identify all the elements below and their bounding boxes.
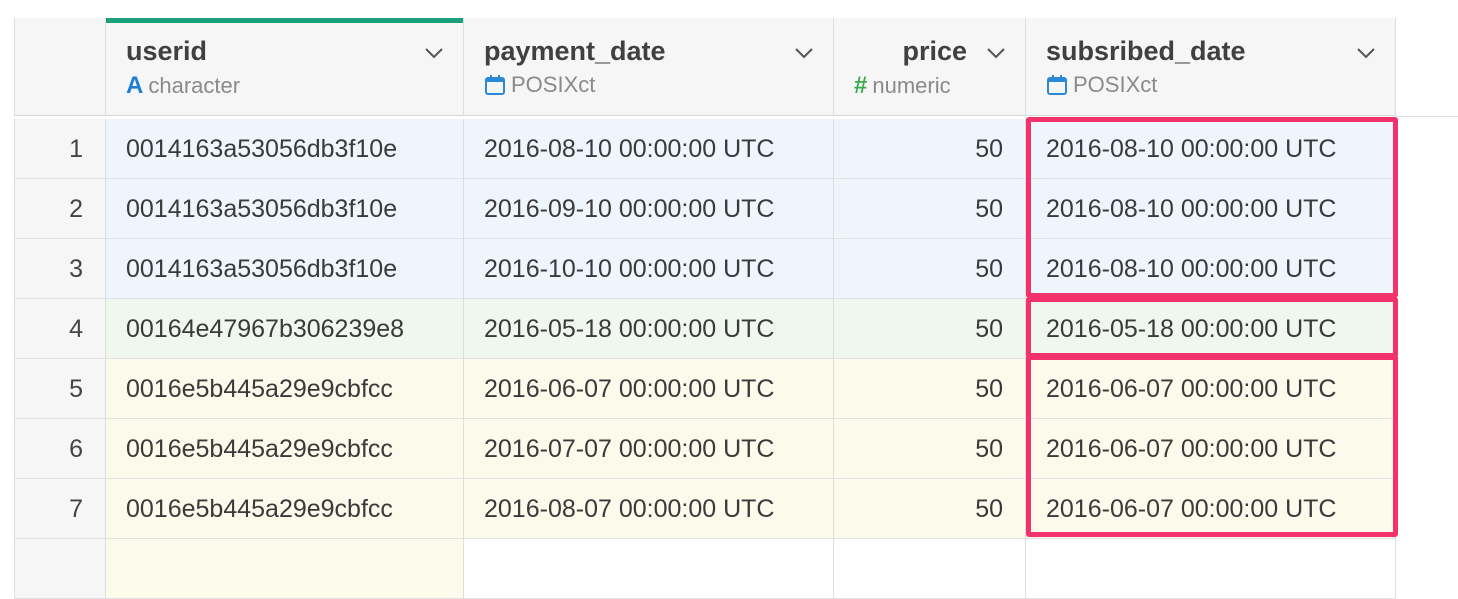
cell-subsribed-date[interactable]: 2016-08-10 00:00:00 UTC [1026, 119, 1396, 179]
column-type: # numeric [854, 72, 951, 100]
cell-payment-date[interactable]: 2016-09-10 00:00:00 UTC [464, 179, 834, 239]
cell-price[interactable]: 50 [834, 179, 1026, 239]
column-type: A character [126, 72, 240, 100]
calendar-icon [1047, 75, 1067, 95]
row-number: 3 [14, 239, 106, 299]
cell-price[interactable]: 50 [834, 119, 1026, 179]
table-row[interactable]: 4 00164e47967b306239e8 2016-05-18 00:00:… [0, 299, 1458, 359]
cell-price[interactable]: 50 [834, 239, 1026, 299]
cell-userid[interactable]: 00164e47967b306239e8 [106, 299, 464, 359]
cell-subsribed-date[interactable]: 2016-06-07 00:00:00 UTC [1026, 479, 1396, 539]
column-name: payment_date [484, 36, 666, 66]
chevron-down-icon[interactable] [793, 42, 815, 64]
cell-subsribed-date[interactable] [1026, 539, 1396, 599]
cell-payment-date[interactable]: 2016-10-10 00:00:00 UTC [464, 239, 834, 299]
cell-userid[interactable]: 0014163a53056db3f10e [106, 179, 464, 239]
row-number: 7 [14, 479, 106, 539]
column-type-label: character [148, 73, 241, 98]
grid-divider [1396, 116, 1458, 117]
chevron-down-icon[interactable] [1355, 42, 1377, 64]
chevron-down-icon[interactable] [423, 42, 445, 64]
numeric-type-icon: # [854, 72, 868, 99]
cell-userid[interactable]: 0016e5b445a29e9cbfcc [106, 419, 464, 479]
column-type-label: numeric [872, 73, 951, 98]
cell-price[interactable] [834, 539, 1026, 599]
cell-subsribed-date[interactable]: 2016-06-07 00:00:00 UTC [1026, 359, 1396, 419]
column-header-price[interactable]: price # numeric [834, 18, 1026, 116]
table-row[interactable]: 1 0014163a53056db3f10e 2016-08-10 00:00:… [0, 119, 1458, 179]
column-type-label: POSIXct [1073, 72, 1158, 97]
cell-price[interactable]: 50 [834, 479, 1026, 539]
column-type: POSIXct [1046, 72, 1157, 98]
cell-userid[interactable]: 0016e5b445a29e9cbfcc [106, 479, 464, 539]
row-number: 5 [14, 359, 106, 419]
row-number-header [14, 18, 106, 116]
table-row[interactable]: 2 0014163a53056db3f10e 2016-09-10 00:00:… [0, 179, 1458, 239]
column-name: userid [126, 36, 208, 66]
cell-price[interactable]: 50 [834, 419, 1026, 479]
character-type-icon: A [126, 72, 144, 99]
cell-userid[interactable]: 0014163a53056db3f10e [106, 239, 464, 299]
column-header-userid[interactable]: userid A character [106, 18, 464, 116]
column-header-payment-date[interactable]: payment_date POSIXct [464, 18, 834, 116]
cell-price[interactable]: 50 [834, 359, 1026, 419]
column-type-label: POSIXct [511, 72, 596, 97]
row-number: 1 [14, 119, 106, 179]
data-grid: userid A character payment_date POSIXct … [0, 0, 1458, 599]
active-column-indicator [106, 18, 463, 23]
column-name: price [902, 36, 967, 66]
row-number: 4 [14, 299, 106, 359]
cell-payment-date[interactable]: 2016-06-07 00:00:00 UTC [464, 359, 834, 419]
cell-payment-date[interactable]: 2016-08-10 00:00:00 UTC [464, 119, 834, 179]
cell-price[interactable]: 50 [834, 299, 1026, 359]
cell-userid[interactable]: 0014163a53056db3f10e [106, 119, 464, 179]
row-number [14, 539, 106, 599]
cell-subsribed-date[interactable]: 2016-08-10 00:00:00 UTC [1026, 179, 1396, 239]
calendar-icon [485, 75, 505, 95]
cell-payment-date[interactable]: 2016-07-07 00:00:00 UTC [464, 419, 834, 479]
cell-subsribed-date[interactable]: 2016-08-10 00:00:00 UTC [1026, 239, 1396, 299]
table-row[interactable] [0, 539, 1458, 599]
cell-userid[interactable]: 0016e5b445a29e9cbfcc [106, 359, 464, 419]
cell-payment-date[interactable] [464, 539, 834, 599]
column-header-subsribed-date[interactable]: subsribed_date POSIXct [1026, 18, 1396, 116]
chevron-down-icon[interactable] [985, 42, 1007, 64]
table-row[interactable]: 7 0016e5b445a29e9cbfcc 2016-08-07 00:00:… [0, 479, 1458, 539]
row-number: 2 [14, 179, 106, 239]
cell-subsribed-date[interactable]: 2016-06-07 00:00:00 UTC [1026, 419, 1396, 479]
column-type: POSIXct [484, 72, 595, 98]
row-number: 6 [14, 419, 106, 479]
cell-payment-date[interactable]: 2016-05-18 00:00:00 UTC [464, 299, 834, 359]
table-row[interactable]: 3 0014163a53056db3f10e 2016-10-10 00:00:… [0, 239, 1458, 299]
column-name: subsribed_date [1046, 36, 1246, 66]
table-row[interactable]: 6 0016e5b445a29e9cbfcc 2016-07-07 00:00:… [0, 419, 1458, 479]
table-row[interactable]: 5 0016e5b445a29e9cbfcc 2016-06-07 00:00:… [0, 359, 1458, 419]
cell-subsribed-date[interactable]: 2016-05-18 00:00:00 UTC [1026, 299, 1396, 359]
cell-payment-date[interactable]: 2016-08-07 00:00:00 UTC [464, 479, 834, 539]
cell-userid[interactable] [106, 539, 464, 599]
